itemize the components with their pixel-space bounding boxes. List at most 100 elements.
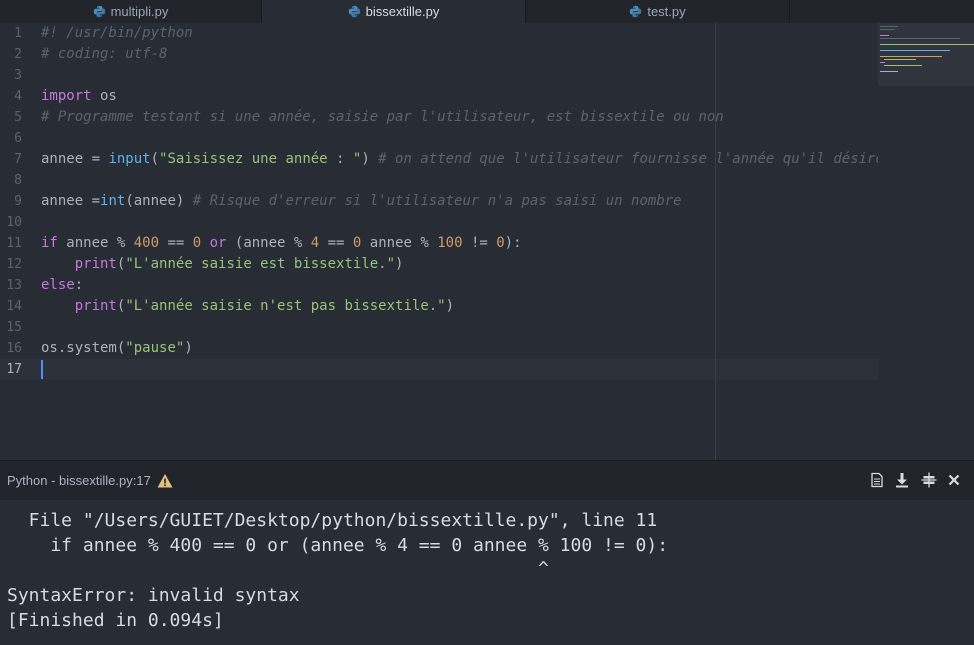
code-token: (annee %	[226, 235, 311, 251]
code-line-7: annee = input("Saisissez une année : ") …	[41, 149, 878, 170]
line-number: 16	[6, 341, 22, 356]
code-token: )	[395, 256, 404, 272]
number-literal: 400	[133, 235, 160, 251]
else-keyword: else	[41, 277, 75, 293]
number-literal: 100	[437, 235, 463, 251]
code-token: )	[445, 298, 455, 314]
output-panel-header: Python - bissextille.py:17	[0, 460, 974, 500]
minimap-line	[880, 71, 898, 72]
code-token: annee =	[41, 193, 101, 209]
code-line-14: print("L'année saisie n'est pas bissexti…	[41, 296, 878, 317]
code-token: !=	[462, 235, 497, 251]
int-function: int	[100, 193, 126, 209]
line-number: 7	[14, 152, 22, 167]
close-icon[interactable]	[946, 472, 962, 488]
code-token: annee %	[361, 235, 438, 251]
code-line-1: #! /usr/bin/python	[41, 23, 878, 44]
document-icon[interactable]	[869, 472, 885, 488]
traceback-code-line: if annee % 400 == 0 or (annee % 4 == 0 a…	[7, 535, 669, 556]
line-number: 1	[14, 26, 22, 41]
python-file-icon	[93, 5, 105, 18]
line-number: 10	[6, 215, 22, 230]
tab-bar-empty	[790, 0, 974, 23]
or-keyword: or	[209, 235, 227, 251]
line-number: 14	[6, 299, 22, 314]
minimap[interactable]	[878, 23, 974, 86]
line-number: 12	[6, 257, 22, 272]
line-number: 4	[14, 89, 22, 104]
warning-icon[interactable]	[157, 473, 173, 489]
minimap-line	[880, 56, 942, 57]
minimap-line	[880, 35, 889, 36]
code-line-16: os.system("pause")	[41, 338, 878, 359]
code-editor[interactable]: 1 2 3 4 5 6 7 8 9 10 11 12 13 14 15 16 1…	[0, 23, 974, 460]
code-token: ==	[319, 235, 353, 251]
error-caret: ^	[7, 558, 549, 579]
line-number: 13	[6, 278, 22, 293]
number-literal: 0	[192, 235, 202, 251]
tab-multipli[interactable]: multipli.py	[0, 0, 262, 23]
if-keyword: if	[41, 235, 58, 251]
print-function: print	[74, 298, 117, 314]
string-literal: "pause"	[125, 340, 185, 356]
minimap-line	[880, 38, 960, 39]
minimap-line	[884, 59, 916, 60]
number-literal: 0	[496, 235, 505, 251]
line-number: 15	[6, 320, 22, 335]
build-output[interactable]: File "/Users/GUIET/Desktop/python/bissex…	[0, 500, 974, 645]
string-literal: "L'année saisie est bissextile."	[125, 256, 396, 272]
code-line-11: if annee % 400 == 0 or (annee % 4 == 0 a…	[41, 233, 878, 254]
code-line-12: print("L'année saisie est bissextile.")	[41, 254, 878, 275]
panel-title: Python - bissextille.py:17	[7, 473, 151, 488]
tab-label: test.py	[647, 4, 686, 19]
inline-comment: # Risque d'erreur si l'utilisateur n'a p…	[192, 193, 682, 209]
python-file-icon	[348, 5, 360, 18]
code-line-5: # Programme testant si une année, saisie…	[41, 107, 878, 128]
number-literal: 4	[310, 235, 320, 251]
pin-icon[interactable]	[921, 472, 937, 488]
print-function: print	[74, 256, 117, 272]
shebang-comment: #! /usr/bin/python	[41, 25, 193, 41]
line-number-gutter: 1 2 3 4 5 6 7 8 9 10 11 12 13 14 15 16 1…	[0, 23, 32, 380]
minimap-line	[880, 26, 898, 27]
tab-bar: multipli.py bissextille.py test.py	[0, 0, 974, 23]
line-number: 3	[14, 68, 22, 83]
line-number: 2	[14, 47, 22, 62]
code-line-9: annee =int(annee) # Risque d'erreur si l…	[41, 191, 878, 212]
code-text[interactable]: #! /usr/bin/python # coding: utf-8 impor…	[41, 23, 878, 380]
text-caret	[41, 359, 43, 379]
program-comment: # Programme testant si une année, saisie…	[41, 109, 724, 125]
finished-time: [Finished in 0.094s]	[7, 610, 224, 631]
download-icon[interactable]	[894, 472, 910, 488]
minimap-line	[880, 29, 895, 30]
code-token: )	[184, 340, 193, 356]
code-token: )	[361, 151, 379, 167]
line-number: 11	[6, 236, 22, 251]
minimap-line	[884, 65, 922, 66]
tab-label: bissextille.py	[365, 4, 440, 19]
tab-test[interactable]: test.py	[526, 0, 790, 23]
syntax-error-message: SyntaxError: invalid syntax	[7, 585, 300, 606]
minimap-line	[880, 62, 885, 63]
minimap-line	[880, 50, 950, 51]
code-token: :	[74, 277, 84, 293]
code-token: (annee)	[125, 193, 193, 209]
code-line-17	[41, 359, 878, 380]
tab-bissextille[interactable]: bissextille.py	[262, 0, 526, 23]
code-token: os	[91, 88, 117, 104]
line-number: 9	[14, 194, 22, 209]
import-keyword: import	[41, 88, 92, 104]
traceback-file-line: File "/Users/GUIET/Desktop/python/bissex…	[7, 510, 658, 531]
line-number: 5	[14, 110, 22, 125]
python-file-icon	[630, 5, 642, 18]
code-token: (	[150, 151, 160, 167]
code-token: os.system(	[41, 340, 126, 356]
minimap-line	[880, 44, 974, 45]
